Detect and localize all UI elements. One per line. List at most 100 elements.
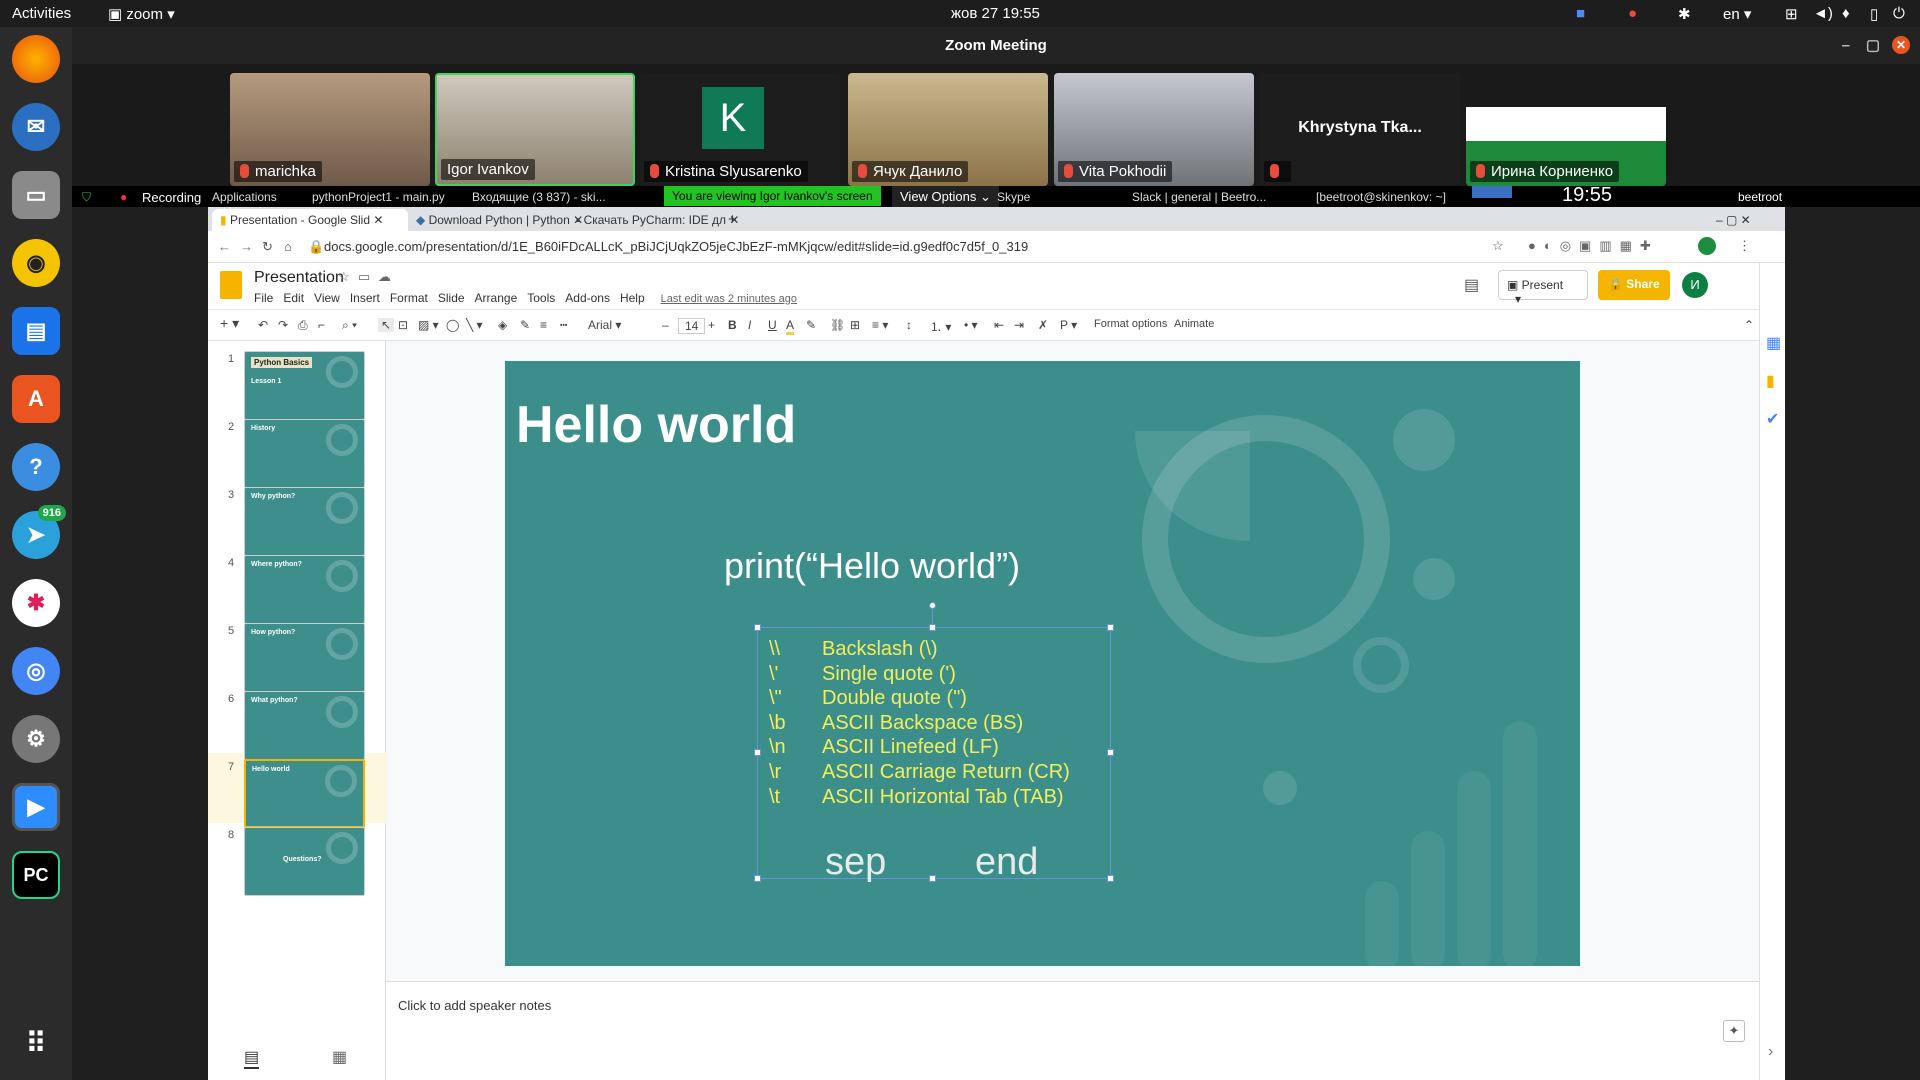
forward-icon[interactable]: →: [240, 239, 253, 254]
menu-tools[interactable]: Tools: [527, 291, 555, 305]
menu-help[interactable]: Help: [620, 291, 645, 305]
menu-file[interactable]: File: [254, 291, 273, 305]
chrome-tray-icon[interactable]: ●: [1628, 5, 1637, 22]
chrome-menu-icon[interactable]: ⋮: [1738, 238, 1751, 254]
keep-icon[interactable]: ▮: [1766, 371, 1775, 391]
underline-icon[interactable]: U: [768, 318, 777, 332]
profile-avatar[interactable]: [1698, 237, 1716, 255]
tab-python[interactable]: ◆ Download Python | Python ✕: [408, 209, 591, 231]
print-icon[interactable]: ⎙: [298, 318, 308, 333]
sep-label[interactable]: sep: [825, 841, 886, 884]
slide[interactable]: Hello world print(“Hello world”) \\ Backs…: [505, 361, 1580, 966]
move-folder-icon[interactable]: ▭: [358, 269, 370, 285]
menu-arrange[interactable]: Arrange: [475, 291, 518, 305]
writer-icon[interactable]: ▤: [12, 307, 60, 355]
slide-thumbnail[interactable]: How python?: [244, 623, 365, 692]
app-menu[interactable]: ▣ zoom ▾: [108, 5, 175, 23]
resize-handle[interactable]: [1107, 749, 1114, 756]
participant-tile-active-speaker[interactable]: Igor Ivankov: [435, 73, 635, 186]
increase-font-icon[interactable]: +: [708, 318, 715, 332]
menu-insert[interactable]: Insert: [350, 291, 380, 305]
numbered-list-icon[interactable]: ⒈ ▾: [930, 318, 951, 335]
line-icon[interactable]: ╲ ▾: [466, 318, 483, 332]
present-dropdown-icon[interactable]: ▾: [1515, 292, 1521, 306]
presentation-title[interactable]: Presentation: [254, 269, 344, 287]
resize-handle[interactable]: [754, 749, 761, 756]
new-tab-button[interactable]: +: [720, 207, 745, 229]
redo-icon[interactable]: ↷: [278, 318, 288, 332]
calendar-icon[interactable]: ▦: [1766, 333, 1781, 353]
align-icon[interactable]: ≡ ▾: [872, 318, 888, 332]
present-button[interactable]: ▣ Present ▾: [1498, 270, 1588, 306]
increase-indent-icon[interactable]: ⇥: [1014, 318, 1024, 332]
slide-thumbnail[interactable]: Why python?: [244, 487, 365, 556]
font-family-select[interactable]: Arial ▾: [588, 318, 648, 332]
comment-icon[interactable]: ⊞: [850, 318, 860, 332]
home-icon[interactable]: ⌂: [284, 239, 292, 254]
format-options-button[interactable]: Format options: [1094, 318, 1167, 330]
network-icon[interactable]: ⊞: [1785, 5, 1798, 23]
slack-tray-icon[interactable]: ✱: [1678, 5, 1691, 23]
microphone-icon[interactable]: ♦: [1842, 5, 1850, 22]
comments-icon[interactable]: ▤: [1464, 275, 1479, 295]
link-icon[interactable]: ⛓: [830, 318, 845, 332]
files-icon[interactable]: ▭: [12, 171, 60, 219]
new-slide-button[interactable]: + ▾: [220, 315, 239, 332]
chrome-icon[interactable]: ◎: [12, 647, 60, 695]
telegram-icon[interactable]: ➤ 916: [12, 505, 66, 559]
window-controls[interactable]: – ▢ ✕: [1708, 209, 1759, 231]
undo-icon[interactable]: ↶: [258, 318, 268, 332]
explore-icon[interactable]: ✦: [1723, 1020, 1745, 1042]
border-dash-icon[interactable]: ┅: [560, 318, 567, 332]
expand-panel-icon[interactable]: ›: [1768, 1043, 1773, 1061]
text-color-icon[interactable]: A: [786, 318, 795, 335]
maximize-button[interactable]: ▢: [1866, 27, 1880, 64]
paint-format-icon[interactable]: ⌐: [318, 318, 325, 332]
share-button[interactable]: 🔒 Share: [1598, 270, 1670, 300]
border-weight-icon[interactable]: ≡: [540, 318, 547, 332]
activities-button[interactable]: Activities: [12, 5, 71, 22]
input-tools-icon[interactable]: P ▾: [1060, 318, 1077, 332]
software-center-icon[interactable]: A: [12, 375, 60, 423]
resize-handle[interactable]: [929, 875, 936, 882]
rhythmbox-icon[interactable]: ◉: [12, 239, 60, 287]
volume-icon[interactable]: ◄): [1813, 5, 1833, 22]
resize-handle[interactable]: [1107, 875, 1114, 882]
star-icon[interactable]: ☆: [338, 269, 350, 285]
menu-format[interactable]: Format: [390, 291, 428, 305]
reload-icon[interactable]: ↻: [262, 239, 273, 255]
language-indicator[interactable]: en ▾: [1723, 5, 1751, 23]
zoom-tray-icon[interactable]: ■: [1576, 5, 1585, 22]
pycharm-icon[interactable]: PC: [12, 851, 60, 899]
view-options-button[interactable]: View Options ⌄: [892, 186, 999, 208]
decrease-font-icon[interactable]: –: [662, 318, 669, 332]
resize-handle[interactable]: [929, 624, 936, 631]
participant-tile[interactable]: K Kristina Slyusarenko: [640, 73, 840, 186]
menu-edit[interactable]: Edit: [283, 291, 304, 305]
extension-icons[interactable]: ●◐◎▣▥▦✚: [1528, 238, 1659, 254]
fill-color-icon[interactable]: ◈: [498, 318, 507, 332]
show-applications-icon[interactable]: ⠿: [12, 1019, 60, 1067]
slide-thumbnail[interactable]: Questions?: [244, 827, 365, 896]
clear-formatting-icon[interactable]: ✗: [1038, 318, 1048, 332]
participant-tile[interactable]: marichka: [230, 73, 430, 186]
decrease-indent-icon[interactable]: ⇤: [994, 318, 1004, 332]
text-box-icon[interactable]: ⊡: [398, 318, 408, 332]
account-avatar[interactable]: И: [1682, 272, 1708, 298]
participant-tile[interactable]: Ячук Данило: [848, 73, 1048, 186]
tasks-icon[interactable]: ✔: [1766, 409, 1779, 429]
bold-icon[interactable]: B: [728, 318, 737, 332]
print-code[interactable]: print(“Hello world”): [724, 545, 1020, 587]
speaker-notes-placeholder[interactable]: Click to add speaker notes: [398, 998, 551, 1013]
thunderbird-icon[interactable]: ✉: [12, 103, 60, 151]
settings-icon[interactable]: ⚙: [12, 715, 60, 763]
participant-tile[interactable]: Ирина Корниенко: [1466, 73, 1666, 186]
slide-thumbnail[interactable]: Where python?: [244, 555, 365, 624]
participant-tile[interactable]: Vita Pokhodii: [1054, 73, 1254, 186]
grid-view-icon[interactable]: ▦: [332, 1047, 347, 1067]
speaker-notes[interactable]: Click to add speaker notes ✦: [386, 981, 1759, 1080]
resize-handle[interactable]: [754, 875, 761, 882]
collapse-toolbar-icon[interactable]: ⌃: [1744, 318, 1754, 332]
slide-thumbnail[interactable]: Python Basics Lesson 1: [244, 351, 365, 420]
slide-thumbnail-selected[interactable]: Hello world: [244, 759, 365, 828]
